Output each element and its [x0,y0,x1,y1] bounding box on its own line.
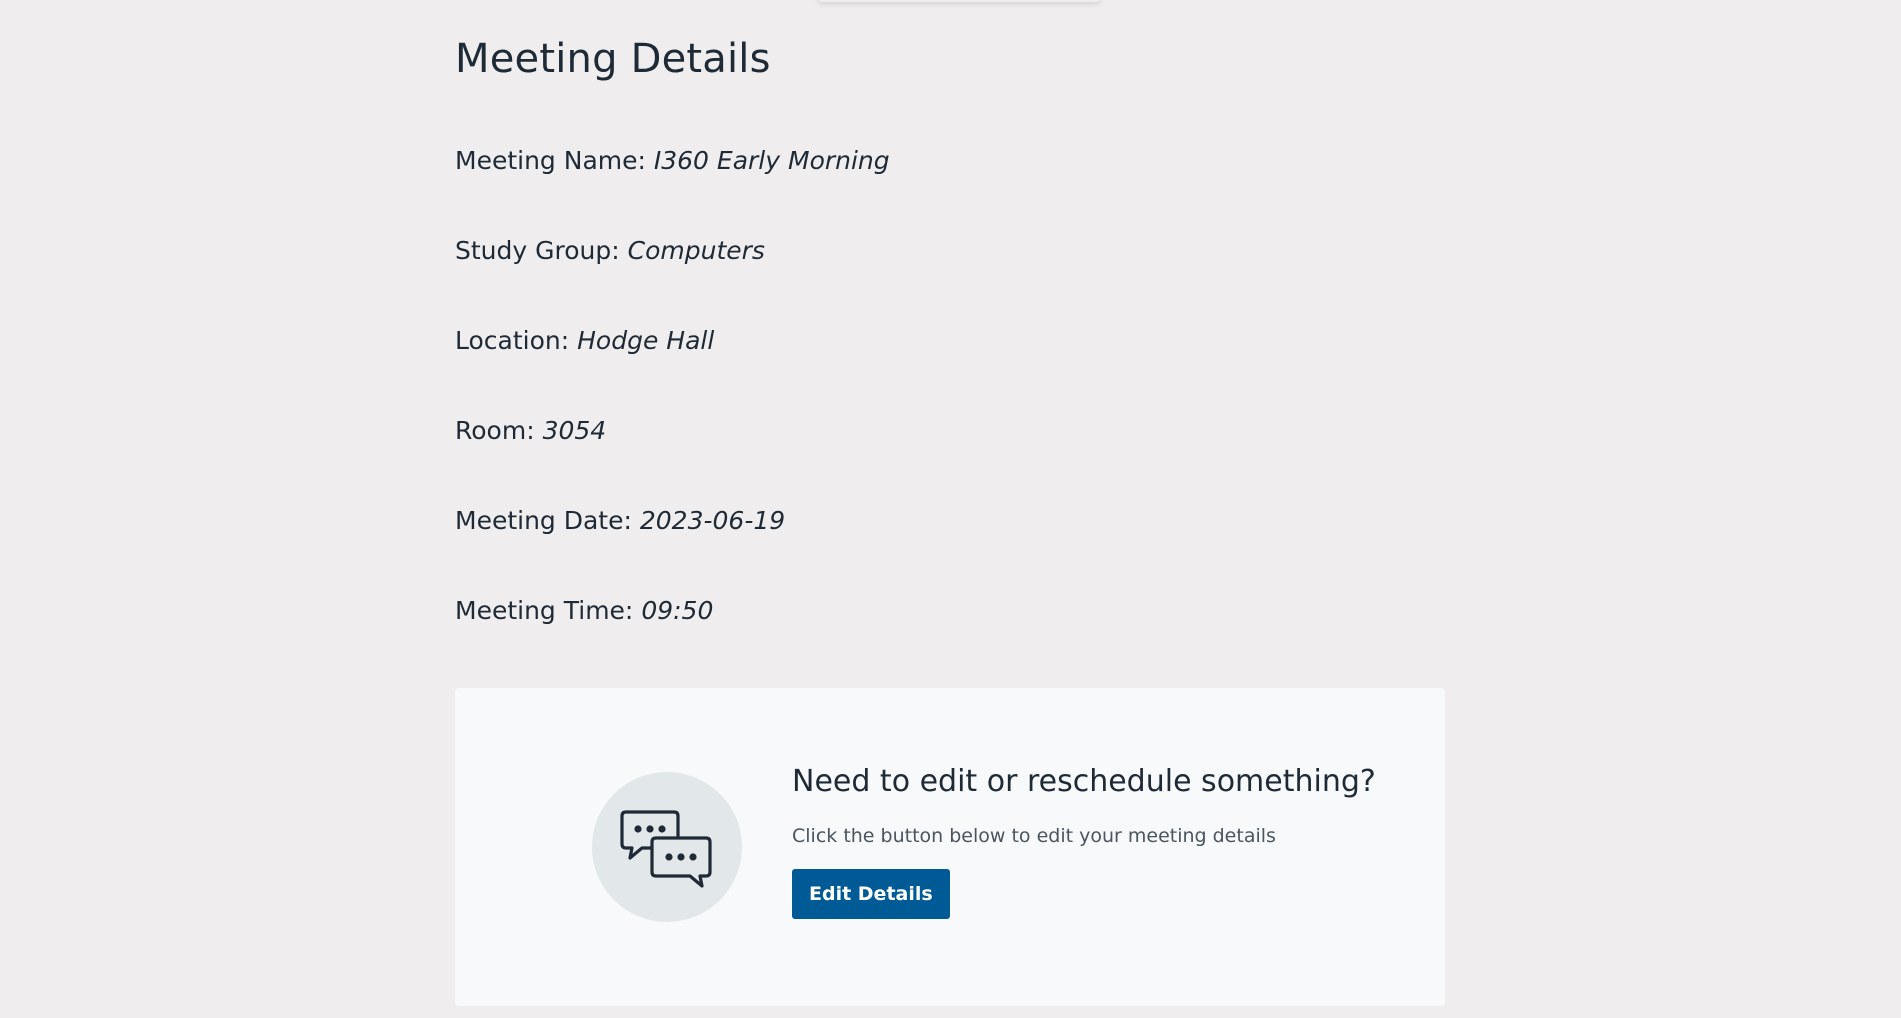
detail-room: Room: 3054 [455,413,890,503]
edit-card-text: Need to edit or reschedule something? Cl… [792,764,1412,919]
detail-label: Meeting Date: [455,506,632,535]
detail-study-group: Study Group: Computers [455,233,890,323]
edit-meeting-card: Need to edit or reschedule something? Cl… [455,688,1445,1006]
edit-details-button[interactable]: Edit Details [792,869,950,919]
detail-label: Location: [455,326,570,355]
detail-value: Hodge Hall [577,326,715,355]
page-title: Meeting Details [455,36,771,82]
detail-value: 2023-06-19 [639,506,786,535]
detail-label: Meeting Name: [455,146,646,175]
top-bar-shadow [818,0,1100,2]
edit-card-description: Click the button below to edit your meet… [792,825,1276,847]
edit-card-heading: Need to edit or reschedule something? [792,764,1376,799]
detail-value: I360 Early Morning [653,146,890,175]
detail-meeting-time: Meeting Time: 09:50 [455,593,890,683]
detail-value: 3054 [542,416,607,445]
detail-label: Study Group: [455,236,620,265]
detail-location: Location: Hodge Hall [455,323,890,413]
meeting-details-list: Meeting Name: I360 Early Morning Study G… [455,143,890,683]
detail-meeting-date: Meeting Date: 2023-06-19 [455,503,890,593]
detail-label: Meeting Time: [455,596,634,625]
chat-bubbles-icon [620,810,712,888]
detail-value: Computers [627,236,765,265]
detail-label: Room: [455,416,535,445]
detail-value: 09:50 [641,596,714,625]
detail-meeting-name: Meeting Name: I360 Early Morning [455,143,890,233]
icon-circle [592,772,742,922]
